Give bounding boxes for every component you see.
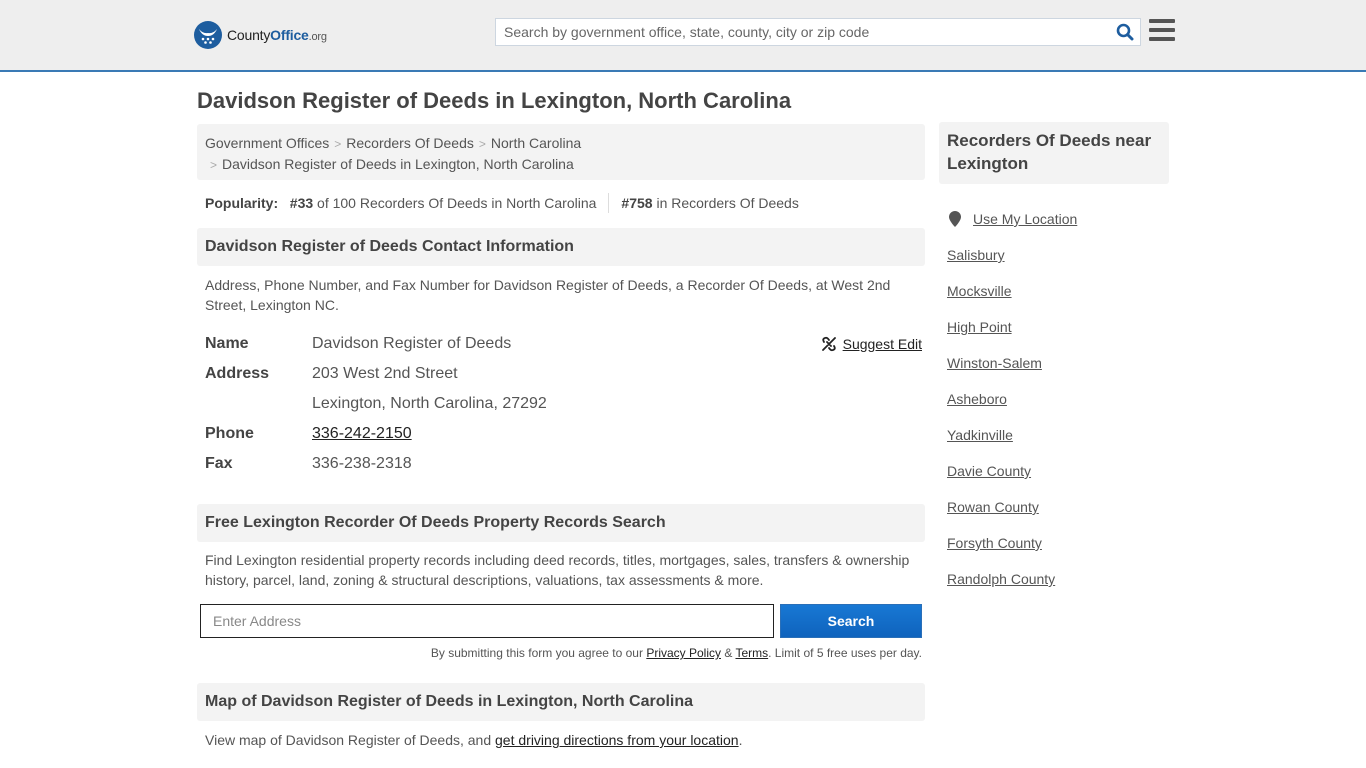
property-search-form: Search: [197, 604, 925, 638]
address-line2: Lexington, North Carolina, 27292: [312, 395, 547, 412]
popularity: Popularity: #33 of 100 Recorders Of Deed…: [197, 193, 925, 213]
suggest-edit: Suggest Edit: [821, 329, 922, 359]
nearby-list: Use My Location Salisbury Mocksville Hig…: [939, 201, 1169, 597]
contact-info-table: Suggest Edit Name Davidson Register of De…: [197, 329, 925, 479]
nearby-item: Asheboro: [947, 381, 1169, 417]
info-row-phone: Phone 336-242-2150: [205, 419, 925, 449]
state-rank: #33: [289, 195, 314, 211]
site-logo[interactable]: CountyOffice.org: [194, 21, 327, 49]
page-title: Davidson Register of Deeds in Lexington,…: [197, 88, 792, 113]
nearby-link[interactable]: Yadkinville: [947, 427, 1013, 443]
national-rank: #758: [621, 195, 653, 211]
nearby-item: Randolph County: [947, 561, 1169, 597]
site-search: [495, 18, 1141, 46]
main-content: Government Offices > Recorders Of Deeds > No…: [197, 124, 925, 750]
search-icon[interactable]: [1110, 19, 1140, 45]
nearby-item: Forsyth County: [947, 525, 1169, 561]
info-row-name: Name Davidson Register of Deeds: [205, 329, 925, 359]
breadcrumb-recorders-of-deeds[interactable]: Recorders Of Deeds: [346, 135, 474, 151]
name-label: Name: [205, 335, 249, 352]
map-heading: Map of Davidson Register of Deeds in Lex…: [197, 683, 925, 721]
nearby-item: Winston-Salem: [947, 345, 1169, 381]
popularity-divider: [608, 193, 610, 213]
eagle-logo-icon: [194, 21, 222, 49]
sidebar-heading: Recorders Of Deeds near Lexington: [939, 122, 1169, 184]
name-value: Davidson Register of Deeds: [312, 335, 512, 352]
nearby-link[interactable]: Randolph County: [947, 571, 1055, 587]
nearby-item: Davie County: [947, 453, 1169, 489]
property-search-description: Find Lexington residential property reco…: [205, 552, 910, 588]
nearby-link[interactable]: Asheboro: [947, 391, 1007, 407]
info-row-fax: Fax 336-238-2318: [205, 449, 925, 479]
phone-link[interactable]: 336-242-2150: [312, 425, 412, 442]
terms-link[interactable]: Terms: [735, 646, 768, 660]
nearby-item: Mocksville: [947, 273, 1169, 309]
address-label: Address: [205, 365, 270, 382]
site-header: CountyOffice.org: [0, 0, 1366, 72]
fax-label: Fax: [205, 455, 233, 472]
property-search-heading: Free Lexington Recorder Of Deeds Propert…: [197, 504, 925, 542]
nearby-item: Salisbury: [947, 237, 1169, 273]
nearby-link[interactable]: High Point: [947, 319, 1012, 335]
breadcrumb-north-carolina[interactable]: North Carolina: [491, 135, 581, 151]
info-row-address-2: Lexington, North Carolina, 27292: [205, 389, 925, 419]
nearby-link[interactable]: Forsyth County: [947, 535, 1042, 551]
breadcrumb-separator: >: [334, 137, 342, 151]
nearby-item: Rowan County: [947, 489, 1169, 525]
address-input[interactable]: [200, 604, 774, 638]
hamburger-menu-icon[interactable]: [1149, 19, 1175, 43]
breadcrumb-separator: >: [478, 137, 486, 151]
nearby-sidebar: Recorders Of Deeds near Lexington Use My…: [939, 122, 1169, 597]
contact-description: Address, Phone Number, and Fax Number fo…: [205, 277, 891, 313]
use-location-item: Use My Location: [947, 201, 1169, 237]
form-disclaimer: By submitting this form you agree to our…: [430, 646, 922, 660]
nearby-link[interactable]: Salisbury: [947, 247, 1005, 263]
map-description: View map of Davidson Register of Deeds, …: [205, 732, 743, 748]
driving-directions-link[interactable]: get driving directions from your locatio…: [495, 732, 739, 748]
property-search-button[interactable]: Search: [780, 604, 922, 638]
address-line1: 203 West 2nd Street: [312, 365, 458, 382]
breadcrumb-government-offices[interactable]: Government Offices: [205, 135, 329, 151]
fax-value: 336-238-2318: [312, 455, 412, 472]
info-row-address: Address 203 West 2nd Street: [205, 359, 925, 389]
map-pin-icon: [949, 211, 961, 227]
nearby-link[interactable]: Winston-Salem: [947, 355, 1042, 371]
state-rank-text: of 100 Recorders Of Deeds in North Carol…: [317, 195, 597, 211]
breadcrumb-separator: >: [210, 158, 218, 172]
popularity-label: Popularity:: [205, 195, 279, 211]
site-search-input[interactable]: [496, 19, 1110, 45]
nearby-link[interactable]: Rowan County: [947, 499, 1039, 515]
contact-heading: Davidson Register of Deeds Contact Infor…: [197, 228, 925, 266]
phone-label: Phone: [205, 425, 254, 442]
nearby-link[interactable]: Davie County: [947, 463, 1031, 479]
broken-link-icon: [821, 336, 836, 352]
national-rank-text: in Recorders Of Deeds: [656, 195, 799, 211]
privacy-policy-link[interactable]: Privacy Policy: [646, 646, 721, 660]
logo-wordmark: CountyOffice.org: [227, 27, 327, 43]
nearby-item: High Point: [947, 309, 1169, 345]
nearby-link[interactable]: Mocksville: [947, 283, 1012, 299]
breadcrumb-current: Davidson Register of Deeds in Lexington,…: [222, 156, 574, 172]
use-my-location-link[interactable]: Use My Location: [973, 211, 1077, 227]
nearby-item: Yadkinville: [947, 417, 1169, 453]
breadcrumb: Government Offices > Recorders Of Deeds > No…: [197, 124, 925, 180]
suggest-edit-link[interactable]: Suggest Edit: [843, 336, 922, 352]
